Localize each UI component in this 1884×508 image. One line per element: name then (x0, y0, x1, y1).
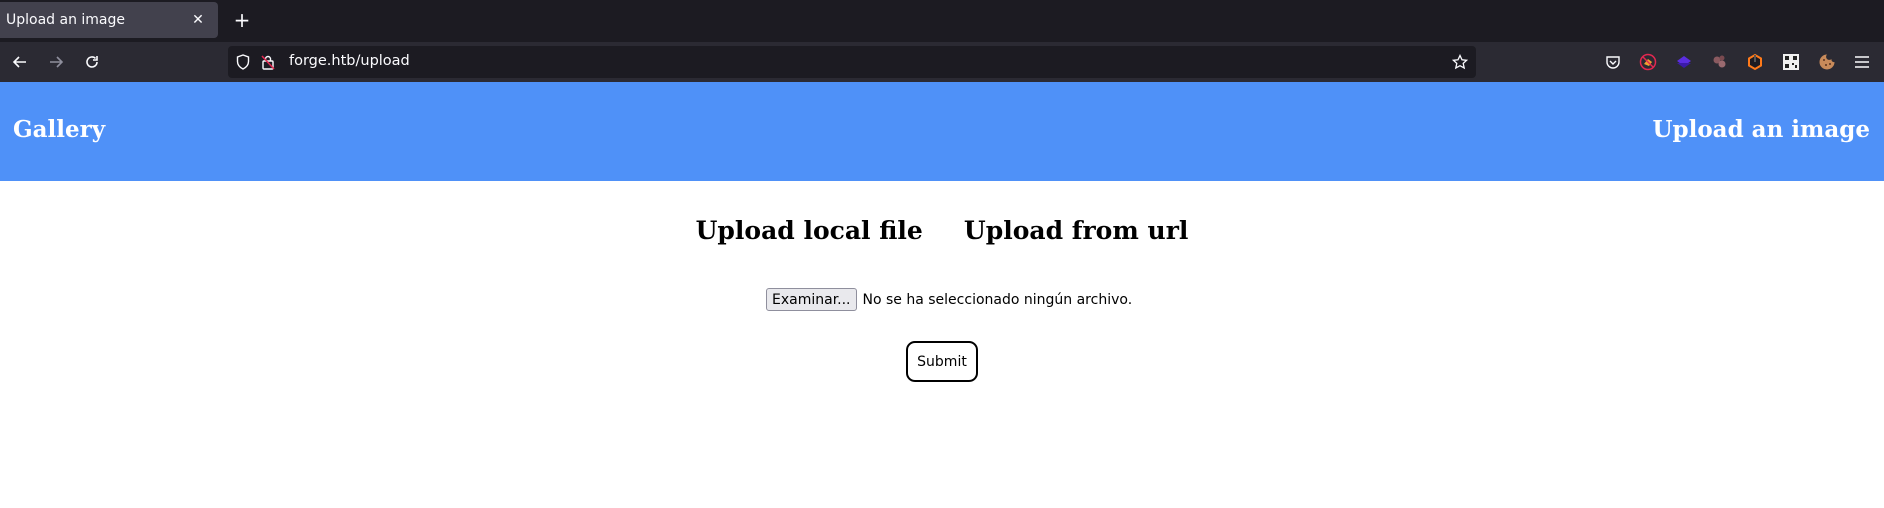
qr-code-icon[interactable] (1781, 52, 1801, 72)
url-bar[interactable]: forge.htb/upload (228, 46, 1476, 78)
star-icon[interactable] (1450, 52, 1470, 72)
extension-dots-icon[interactable] (1710, 52, 1730, 72)
extension-purple-icon[interactable] (1674, 52, 1694, 72)
file-status: No se ha seleccionado ningún archivo. (862, 291, 1133, 308)
navigation-bar: forge.htb/upload (0, 42, 1884, 82)
page-content: Gallery Upload an image Upload local fil… (0, 82, 1884, 508)
shield-icon[interactable] (233, 52, 253, 72)
site-header: Gallery Upload an image (0, 82, 1884, 181)
submit-button[interactable]: Submit (906, 341, 978, 382)
plus-icon[interactable]: + (230, 8, 254, 32)
upload-options: Upload local file Upload from url (0, 216, 1884, 245)
file-input: Examinar... No se ha seleccionado ningún… (766, 288, 1132, 311)
menu-icon[interactable] (1852, 52, 1872, 72)
close-icon[interactable]: ✕ (186, 12, 210, 28)
reload-icon[interactable] (78, 48, 106, 76)
tab-active[interactable]: Upload an image ✕ (0, 2, 218, 38)
pocket-icon[interactable] (1603, 52, 1623, 72)
upload-local-file-tab[interactable]: Upload local file (696, 216, 923, 245)
tab-bar: Upload an image ✕ + (0, 0, 1884, 42)
arrow-left-icon[interactable] (6, 48, 34, 76)
extension-orange-icon[interactable] (1745, 52, 1765, 72)
foxyproxy-icon[interactable] (1638, 52, 1658, 72)
url-text[interactable]: forge.htb/upload (289, 53, 410, 69)
nav-link-gallery[interactable]: Gallery (13, 116, 105, 143)
upload-from-url-tab[interactable]: Upload from url (964, 216, 1188, 245)
arrow-right-icon[interactable] (42, 48, 70, 76)
cookie-icon[interactable] (1817, 52, 1837, 72)
insecure-lock-icon[interactable] (258, 52, 278, 72)
browse-button[interactable]: Examinar... (766, 288, 857, 311)
tab-title: Upload an image (6, 12, 126, 28)
nav-link-upload[interactable]: Upload an image (1652, 116, 1870, 143)
